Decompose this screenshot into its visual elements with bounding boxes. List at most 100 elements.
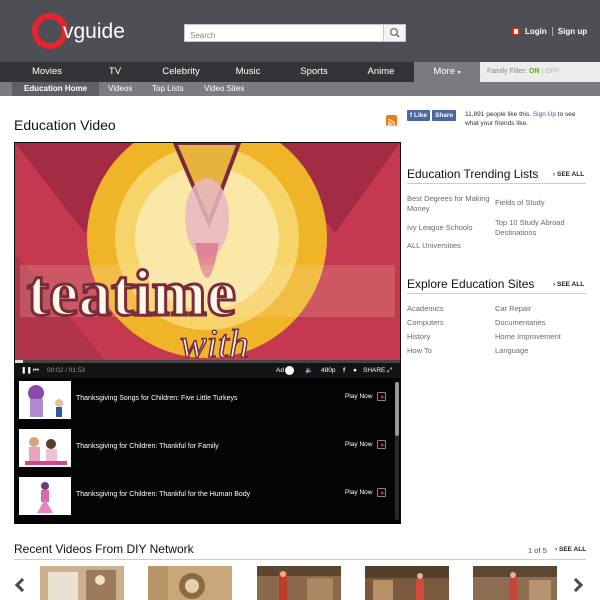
playlist-row[interactable]: Thanksgiving Songs for Children: Five Li…	[15, 378, 392, 422]
family-filter[interactable]: Family Filter: ON | OFF	[480, 62, 600, 82]
ad-badge[interactable]: Ad	[276, 363, 294, 378]
play-now-label[interactable]: Play Now	[345, 393, 372, 400]
playlist-scrollbar[interactable]	[395, 382, 399, 520]
divider	[407, 183, 586, 184]
playlist: Thanksgiving Songs for Children: Five Li…	[15, 378, 400, 524]
main-nav: Movies TV Celebrity Music Sports Anime M…	[0, 62, 600, 82]
nav-item-music[interactable]: Music	[226, 62, 270, 82]
facebook-buttons: f Like Share	[407, 110, 457, 121]
search-icon	[390, 28, 400, 38]
divider	[551, 27, 553, 36]
subnav-video-sites[interactable]: Video Sites	[204, 82, 244, 96]
nav-more-menu[interactable]: More ▾	[414, 62, 480, 82]
recent-video-thumbnail[interactable]	[365, 566, 449, 600]
explore-link[interactable]: History	[407, 332, 430, 342]
nav-item-tv[interactable]: TV	[94, 62, 136, 82]
playlist-row[interactable]: Thanksgiving for Children: Thankful for …	[15, 426, 392, 470]
play-now-label[interactable]: Play Now	[345, 489, 372, 496]
play-icon[interactable]	[377, 488, 386, 497]
recent-video-thumbnail[interactable]	[473, 566, 557, 600]
playlist-thumbnail[interactable]	[19, 429, 71, 467]
explore-see-all[interactable]: › SEE ALL	[553, 281, 584, 288]
signup-link[interactable]: Sign up	[558, 27, 587, 36]
explore-link[interactable]: Academics	[407, 304, 444, 314]
play-icon[interactable]	[377, 440, 386, 449]
quality-selector[interactable]: 480p	[321, 363, 335, 378]
video-frame[interactable]: teatime with	[15, 143, 400, 360]
recent-video-thumbnail[interactable]	[148, 566, 232, 600]
playlist-thumbnail[interactable]	[19, 381, 71, 419]
video-still-image: teatime with	[15, 143, 400, 360]
fb-share-button[interactable]: Share	[432, 110, 457, 121]
time-display: 00:02 / 01:53	[47, 367, 85, 374]
nav-item-movies[interactable]: Movies	[0, 62, 94, 82]
video-player: teatime with ❚❚ ⏮ 00:02 / 01:53 Ad 🔈 480…	[14, 142, 401, 524]
family-filter-off[interactable]: OFF	[545, 68, 559, 75]
trending-link[interactable]: Fields of Study	[495, 198, 585, 208]
recent-video-thumbnail[interactable]	[40, 566, 124, 600]
fb-like-button[interactable]: f Like	[407, 110, 430, 121]
nav-item-celebrity[interactable]: Celebrity	[136, 62, 226, 82]
trending-link[interactable]: ALL Universities	[407, 241, 495, 251]
search-button[interactable]	[383, 25, 405, 41]
explore-heading: Explore Education Sites	[407, 277, 535, 291]
carousel-prev-icon[interactable]	[14, 577, 30, 593]
chevron-down-icon: ▾	[457, 70, 461, 76]
carousel-next-icon[interactable]	[568, 577, 584, 593]
recent-page-count: 1 of 5	[528, 546, 547, 555]
subnav-videos[interactable]: Videos	[108, 82, 132, 96]
auth-links: Login Sign up	[512, 27, 587, 36]
nav-item-anime[interactable]: Anime	[358, 62, 404, 82]
fb-signup-link[interactable]: Sign Up	[533, 111, 556, 118]
explore-link[interactable]: Language	[495, 346, 528, 356]
playlist-row[interactable]: Thanksgiving for Children: Thankful for …	[15, 474, 392, 518]
page-title: Education Video	[14, 117, 116, 133]
play-icon[interactable]	[377, 392, 386, 401]
recent-video-thumbnail[interactable]	[257, 566, 341, 600]
playlist-thumbnail[interactable]	[19, 477, 71, 515]
play-now-label[interactable]: Play Now	[345, 441, 372, 448]
family-filter-label: Family Filter:	[487, 68, 528, 75]
explore-link[interactable]: Documentaries	[495, 318, 545, 328]
fb-like-count: 11,891 people like this. Sign Up to see …	[465, 111, 576, 127]
canada-flag-icon[interactable]	[512, 28, 520, 35]
playlist-title[interactable]: Thanksgiving Songs for Children: Five Li…	[76, 395, 237, 402]
facebook-icon[interactable]: f	[343, 363, 345, 378]
login-link[interactable]: Login	[525, 27, 547, 36]
trending-heading: Education Trending Lists	[407, 167, 539, 181]
rss-icon[interactable]	[386, 115, 397, 127]
trending-link[interactable]: Best Degrees for Making Money	[407, 194, 495, 214]
trending-link[interactable]: Ivy League Schools	[407, 223, 495, 233]
subnav-top-lists[interactable]: Top Lists	[152, 82, 184, 96]
player-controls: ❚❚ ⏮ 00:02 / 01:53 Ad 🔈 480p f ● SHARE ⤢	[15, 363, 400, 378]
share-button[interactable]: SHARE	[363, 363, 385, 378]
trending-see-all[interactable]: › SEE ALL	[553, 171, 584, 178]
sub-nav: Education Home Videos Top Lists Video Si…	[0, 82, 600, 96]
nav-item-sports[interactable]: Sports	[270, 62, 358, 82]
recent-videos-heading: Recent Videos From DIY Network	[14, 542, 194, 556]
divider	[14, 559, 586, 560]
subnav-education-home[interactable]: Education Home	[12, 82, 100, 96]
scrollbar-thumb[interactable]	[395, 382, 399, 436]
divider	[407, 293, 586, 294]
volume-icon[interactable]: 🔈	[305, 363, 313, 378]
trending-link[interactable]: Top 10 Study Abroad Destinations	[495, 218, 585, 238]
ovguide-logo[interactable]: vguide	[30, 11, 170, 51]
rewind-icon[interactable]: ⏮	[33, 363, 39, 378]
explore-link[interactable]: How To	[407, 346, 432, 356]
family-filter-on[interactable]: ON	[529, 68, 540, 75]
svg-text:with: with	[180, 321, 249, 360]
pause-icon[interactable]: ❚❚	[21, 363, 32, 378]
explore-link[interactable]: Car Repair	[495, 304, 531, 314]
logo-text: vguide	[63, 20, 125, 43]
recent-see-all[interactable]: › SEE ALL	[555, 546, 586, 553]
twitter-icon[interactable]: ●	[353, 363, 357, 378]
playlist-title[interactable]: Thanksgiving for Children: Thankful for …	[76, 443, 219, 450]
fullscreen-icon[interactable]: ⤢	[387, 363, 392, 378]
playlist-title[interactable]: Thanksgiving for Children: Thankful for …	[76, 491, 250, 498]
search-box	[184, 24, 406, 44]
site-header: vguide Login Sign up	[0, 0, 600, 62]
search-input[interactable]	[185, 27, 383, 44]
explore-link[interactable]: Home Improvement	[495, 332, 561, 342]
explore-link[interactable]: Computers	[407, 318, 444, 328]
